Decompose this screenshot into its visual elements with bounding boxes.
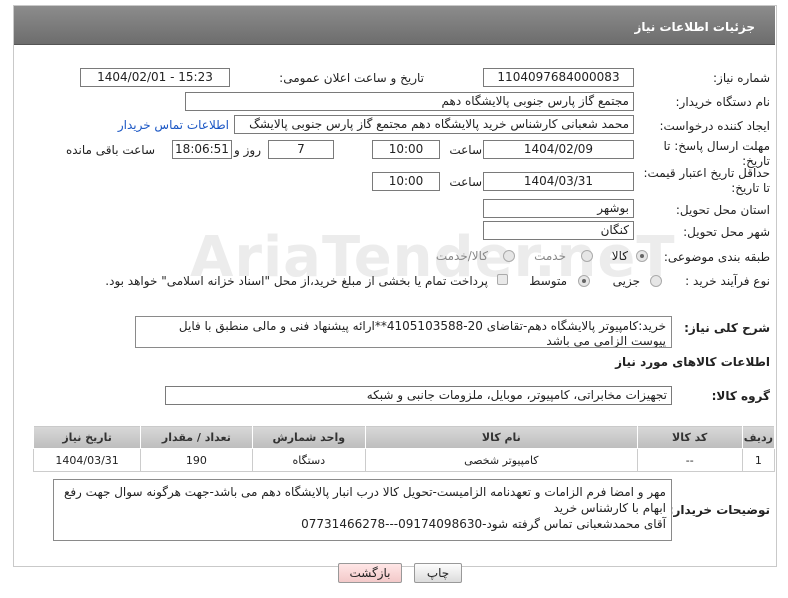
cell-code: -- bbox=[636, 448, 743, 472]
need-number-label: شماره نیاز: bbox=[713, 71, 770, 85]
buyer-org-field[interactable]: مجتمع گاز پارس جنوبی پالایشگاه دهم bbox=[185, 92, 634, 111]
category-service-radio[interactable] bbox=[581, 250, 593, 262]
buyer-notes-field[interactable]: مهر و امضا فرم الزامات و تعهدنامه الزامی… bbox=[53, 479, 672, 541]
buyer-notes-line3: آقای محمدشعبانی تماس گرفته شود-091740986… bbox=[301, 517, 666, 531]
process-label: نوع فرآیند خرید : bbox=[685, 274, 770, 288]
category-both-label: کالا/خدمت bbox=[435, 249, 488, 263]
category-service-label: خدمت bbox=[534, 249, 566, 263]
buyer-notes-line1: مهر و امضا فرم الزامات و تعهدنامه الزامی… bbox=[63, 485, 666, 499]
col-unit: واحد شمارش bbox=[251, 425, 367, 449]
cell-unit: دستگاه bbox=[251, 448, 367, 472]
col-code: کد کالا bbox=[636, 425, 743, 449]
cell-name: کامپیوتر شخصی bbox=[365, 448, 638, 472]
table-row[interactable]: 1 -- کامپیوتر شخصی دستگاه 190 1404/03/31 bbox=[32, 448, 776, 472]
cell-date: 1404/03/31 bbox=[32, 448, 142, 472]
category-goods-label: کالا bbox=[611, 249, 628, 263]
creator-label: ایجاد کننده درخواست: bbox=[659, 119, 770, 133]
announce-datetime-field[interactable]: 1404/02/01 - 15:23 bbox=[80, 68, 230, 87]
general-desc-field[interactable]: خرید:کامپیوتر پالایشگاه دهم-تقاضای 20-41… bbox=[135, 316, 672, 348]
treasury-checkbox[interactable] bbox=[497, 274, 508, 285]
col-name: نام کالا bbox=[365, 425, 638, 449]
validity-time-label: ساعت bbox=[449, 175, 482, 189]
process-medium-radio[interactable] bbox=[578, 275, 590, 287]
goods-table: ردیف کد کالا نام کالا واحد شمارش تعداد /… bbox=[32, 425, 776, 472]
days-field[interactable]: 7 bbox=[268, 140, 334, 159]
remaining-label: ساعت باقی مانده bbox=[65, 143, 155, 157]
min-validity-label: حداقل تاریخ اعتبار قیمت: تا تاریخ: bbox=[643, 166, 770, 195]
category-both-radio[interactable] bbox=[503, 250, 515, 262]
buyer-notes-label: توضیحات خریدار: bbox=[668, 503, 770, 517]
cell-qty: 190 bbox=[140, 448, 253, 472]
deadline-time-field[interactable]: 10:00 bbox=[372, 140, 440, 159]
category-goods-radio[interactable] bbox=[636, 250, 648, 262]
city-field[interactable]: کنگان bbox=[483, 221, 634, 240]
deadline-date-field[interactable]: 1404/02/09 bbox=[483, 140, 634, 159]
validity-time-field[interactable]: 10:00 bbox=[372, 172, 440, 191]
province-field[interactable]: بوشهر bbox=[483, 199, 634, 218]
print-button[interactable]: چاپ bbox=[414, 563, 462, 583]
cell-row: 1 bbox=[741, 448, 776, 472]
goods-section-title: اطلاعات کالاهای مورد نیاز bbox=[615, 355, 770, 369]
general-desc-label: شرح کلی نیاز: bbox=[684, 321, 770, 335]
category-label: طبقه بندی موضوعی: bbox=[663, 250, 770, 264]
province-label: استان محل تحویل: bbox=[675, 203, 770, 217]
buyer-org-label: نام دستگاه خریدار: bbox=[675, 95, 771, 109]
contact-info-link[interactable]: اطلاعات تماس خریدار bbox=[118, 118, 229, 132]
col-qty: تعداد / مقدار bbox=[140, 425, 253, 449]
page-header: جزئیات اطلاعات نیاز bbox=[14, 6, 775, 45]
process-minor-radio[interactable] bbox=[650, 275, 662, 287]
city-label: شهر محل تحویل: bbox=[683, 225, 770, 239]
buyer-notes-line2: ابهام با کارشناس خرید bbox=[553, 501, 666, 515]
remaining-time-field[interactable]: 18:06:51 bbox=[172, 140, 232, 159]
process-minor-label: جزیی bbox=[612, 274, 640, 288]
goods-group-label: گروه کالا: bbox=[711, 389, 770, 403]
deadline-label: مهلت ارسال پاسخ: تا تاریخ: bbox=[663, 139, 770, 168]
days-label: روز و bbox=[234, 143, 261, 157]
payment-note: پرداخت تمام یا بخشی از مبلغ خرید،از محل … bbox=[105, 274, 488, 288]
creator-field[interactable]: محمد شعبانی کارشناس خرید پالایشگاه دهم م… bbox=[234, 115, 634, 134]
announce-label: تاریخ و ساعت اعلان عمومی: bbox=[279, 71, 424, 85]
page-title: جزئیات اطلاعات نیاز bbox=[634, 20, 755, 34]
back-button[interactable]: بازگشت bbox=[338, 563, 402, 583]
need-number-field[interactable]: 1104097684000083 bbox=[483, 68, 634, 87]
goods-group-field[interactable]: تجهیزات مخابراتی، کامپیوتر، موبایل، ملزو… bbox=[165, 386, 672, 405]
deadline-time-label: ساعت bbox=[449, 143, 482, 157]
validity-date-field[interactable]: 1404/03/31 bbox=[483, 172, 634, 191]
col-date: تاریخ نیاز bbox=[32, 425, 142, 449]
process-medium-label: متوسط bbox=[529, 274, 567, 288]
col-row: ردیف bbox=[741, 425, 776, 449]
